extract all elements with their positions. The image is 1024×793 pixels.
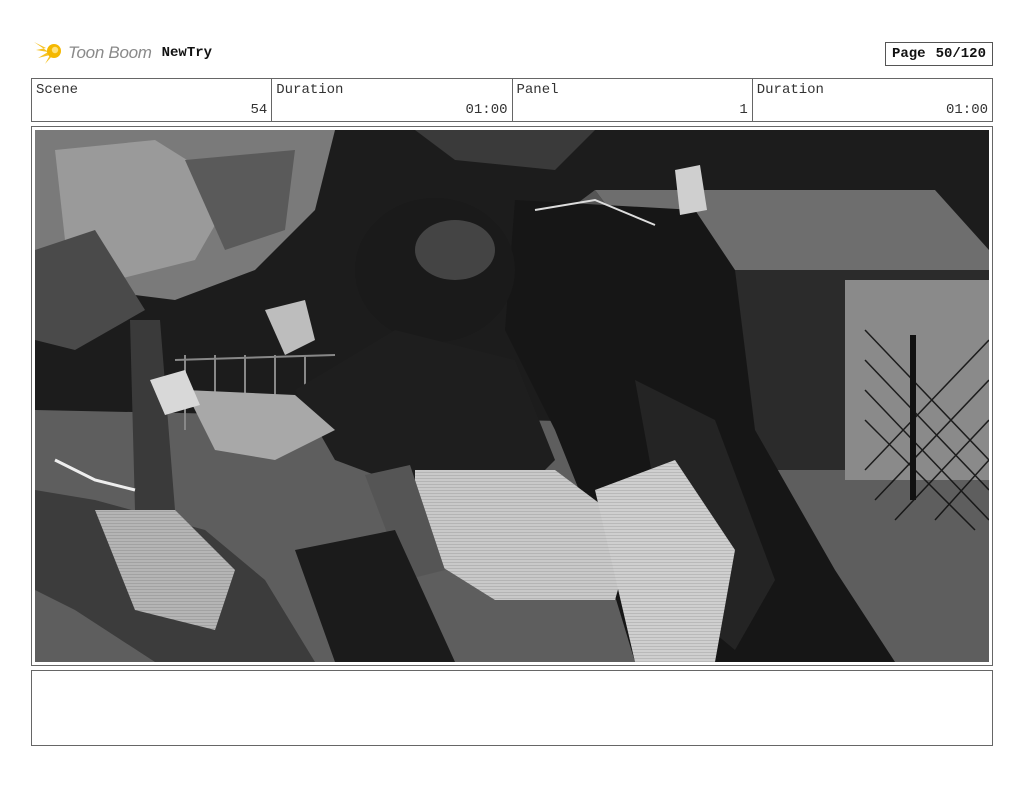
page-number: 50/120 — [935, 46, 986, 62]
panel-label: Panel — [516, 82, 559, 98]
panel-info-table: Scene 54 Duration 01:00 Panel 1 Duration… — [31, 78, 993, 122]
scene-value: 54 — [250, 102, 268, 118]
panel-artwork — [35, 130, 989, 662]
panel-cell: Panel 1 — [511, 79, 752, 121]
scene-duration-cell: Duration 01:00 — [271, 79, 511, 121]
panel-value: 1 — [739, 102, 748, 118]
page-label: Page — [891, 46, 926, 62]
panel-drawing — [35, 130, 989, 662]
panel-duration-cell: Duration 01:00 — [751, 79, 992, 121]
panel-duration-label: Duration — [756, 82, 824, 98]
panel-notes-box — [31, 670, 993, 746]
storyboard-header: Toon Boom NewTry Page 50/120 — [32, 36, 993, 70]
scene-duration-label: Duration — [276, 82, 344, 98]
scene-label: Scene — [36, 82, 79, 98]
brand-logo: Toon Boom NewTry — [32, 38, 212, 68]
scene-duration-value: 01:00 — [465, 102, 508, 118]
project-name: NewTry — [161, 45, 213, 61]
storyboard-panel — [31, 126, 993, 666]
toon-boom-star-icon — [32, 36, 64, 71]
scene-cell: Scene 54 — [32, 79, 271, 121]
panel-duration-value: 01:00 — [945, 102, 988, 118]
brand-name: Toon Boom — [68, 43, 152, 62]
page-indicator: Page 50/120 — [884, 42, 993, 66]
